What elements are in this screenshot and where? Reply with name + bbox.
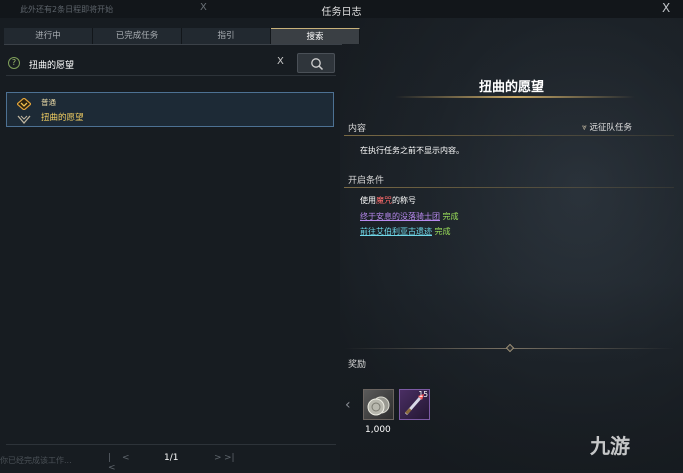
search-input[interactable]: 扭曲的愿望 bbox=[29, 58, 74, 71]
last-page-button[interactable]: >| bbox=[224, 453, 235, 463]
background-notice: 你已经完成该工作... bbox=[0, 456, 72, 465]
quest-name: 扭曲的愿望 bbox=[41, 113, 84, 123]
tab-in-progress[interactable]: 进行中 bbox=[4, 28, 93, 44]
quest-status-2: 完成 bbox=[434, 227, 451, 236]
page-number: 1/1 bbox=[164, 453, 179, 463]
quest-link-2[interactable]: 前往艾伯利亚古遗迹 bbox=[360, 227, 432, 236]
reward-prev-arrow-icon[interactable]: ‹ bbox=[345, 397, 351, 413]
help-icon[interactable]: ? bbox=[8, 57, 20, 69]
reward-silver-slot[interactable] bbox=[363, 389, 394, 420]
content-text: 在执行任务之前不显示内容。 bbox=[360, 146, 464, 155]
tab-search[interactable]: 搜索 bbox=[271, 28, 360, 44]
watermark-logo: 九游 bbox=[590, 434, 630, 458]
expedition-type-icon: ⩔ bbox=[582, 123, 587, 133]
search-button[interactable] bbox=[297, 53, 335, 73]
content-divider bbox=[344, 135, 674, 136]
content-label: 内容 bbox=[348, 124, 367, 134]
next-page-button[interactable]: > bbox=[214, 453, 222, 463]
clear-search-icon[interactable]: X bbox=[277, 56, 284, 67]
quest-title: 扭曲的愿望 bbox=[478, 80, 544, 95]
window-title: 任务日志 bbox=[321, 7, 362, 18]
quest-result-item[interactable]: 普通 扭曲的愿望 bbox=[6, 92, 334, 127]
condition-quest-1: 终于安息的没落骑士团 完成 bbox=[360, 211, 459, 222]
reward-label: 奖励 bbox=[348, 360, 367, 370]
silver-coin-icon bbox=[367, 396, 390, 416]
reward-item-slot[interactable]: 15 bbox=[399, 389, 430, 420]
condition-divider bbox=[344, 187, 674, 188]
condition-quest-2: 前往艾伯利亚古遗迹 完成 bbox=[360, 226, 451, 237]
tab-guide[interactable]: 指引 bbox=[182, 28, 271, 44]
tab-divider bbox=[4, 44, 342, 45]
prev-page-button[interactable]: < bbox=[122, 453, 130, 463]
quest-type-label: ⩔ 远征队任务 bbox=[582, 123, 633, 133]
quest-link-1[interactable]: 终于安息的没落骑士团 bbox=[360, 212, 440, 221]
first-page-button[interactable]: |< bbox=[108, 453, 116, 473]
tab-bar: 进行中 已完成任务 指引 搜索 bbox=[4, 28, 360, 44]
condition-title: 使用魔咒的称号 bbox=[360, 196, 416, 205]
tab-completed[interactable]: 已完成任务 bbox=[93, 28, 182, 44]
title-ornament bbox=[395, 96, 635, 98]
search-icon bbox=[311, 58, 324, 71]
expedition-icon bbox=[17, 115, 31, 124]
title-bar: 此外还有2条日程即将开始 X 任务日志 X bbox=[0, 0, 683, 18]
quest-category: 普通 bbox=[41, 98, 56, 107]
condition-label: 开启条件 bbox=[348, 176, 385, 186]
window-close-icon[interactable]: X bbox=[662, 1, 670, 15]
quest-status-1: 完成 bbox=[442, 212, 459, 221]
silver-amount: 1,000 bbox=[365, 425, 391, 435]
item-count: 15 bbox=[418, 390, 428, 399]
pager-divider bbox=[6, 444, 336, 445]
search-divider bbox=[6, 75, 336, 76]
quest-type-icon bbox=[17, 98, 31, 110]
